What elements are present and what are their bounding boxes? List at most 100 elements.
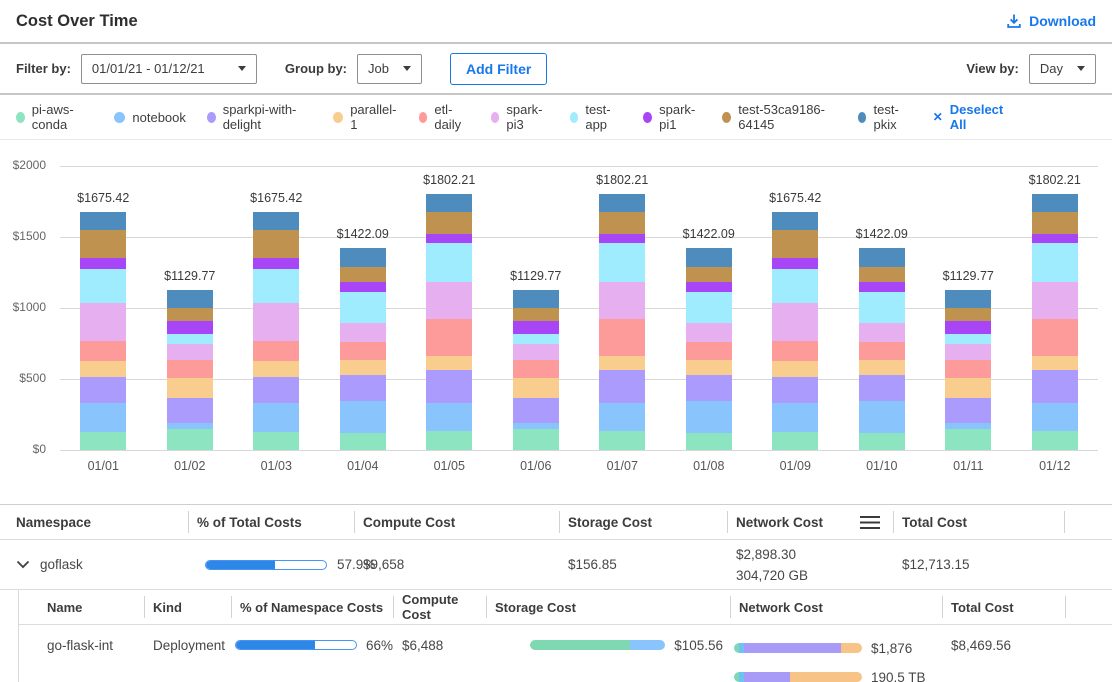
- bar-segment-spark-pi1[interactable]: [859, 282, 905, 292]
- legend-item-test-53ca9186-64145[interactable]: test-53ca9186-64145: [722, 102, 836, 132]
- bar-segment-test-app[interactable]: [859, 292, 905, 323]
- bar-segment-spark-pi3[interactable]: [1032, 282, 1078, 319]
- bar-segment-test-pkix[interactable]: [599, 194, 645, 212]
- stacked-bar[interactable]: [945, 290, 991, 450]
- stacked-bar[interactable]: [426, 194, 472, 450]
- bar-segment-test-53ca9186-64145[interactable]: [772, 230, 818, 259]
- bar-segment-spark-pi3[interactable]: [426, 282, 472, 319]
- stacked-bar[interactable]: [513, 290, 559, 450]
- bar-segment-test-app[interactable]: [513, 334, 559, 343]
- bar-segment-parallel-1[interactable]: [513, 378, 559, 398]
- legend-item-parallel-1[interactable]: parallel-1: [333, 102, 397, 132]
- bar-segment-spark-pi1[interactable]: [599, 234, 645, 243]
- bar-segment-test-pkix[interactable]: [1032, 194, 1078, 212]
- deselect-all-button[interactable]: ✕ Deselect All: [933, 102, 1006, 132]
- stacked-bar[interactable]: [859, 248, 905, 450]
- bar-segment-pi-aws-conda[interactable]: [513, 429, 559, 450]
- bar-segment-pi-aws-conda[interactable]: [686, 433, 732, 450]
- bar-segment-test-53ca9186-64145[interactable]: [599, 212, 645, 234]
- legend-item-test-app[interactable]: test-app: [570, 102, 623, 132]
- legend-item-test-pkix[interactable]: test-pkix: [858, 102, 912, 132]
- bar-segment-sparkpi-with-delight[interactable]: [253, 377, 299, 404]
- bar-segment-test-app[interactable]: [426, 243, 472, 282]
- bar-segment-pi-aws-conda[interactable]: [253, 432, 299, 450]
- bar-segment-spark-pi1[interactable]: [686, 282, 732, 292]
- bar-segment-sparkpi-with-delight[interactable]: [340, 375, 386, 401]
- bar-segment-sparkpi-with-delight[interactable]: [513, 398, 559, 423]
- bar-segment-etl-daily[interactable]: [945, 360, 991, 379]
- bar-segment-spark-pi3[interactable]: [599, 282, 645, 319]
- bar-segment-sparkpi-with-delight[interactable]: [1032, 370, 1078, 403]
- bar-segment-test-53ca9186-64145[interactable]: [253, 230, 299, 259]
- bar-segment-test-pkix[interactable]: [80, 212, 126, 230]
- bar-segment-notebook[interactable]: [686, 401, 732, 432]
- bar-segment-pi-aws-conda[interactable]: [340, 433, 386, 450]
- bar-segment-notebook[interactable]: [253, 403, 299, 432]
- bar-segment-notebook[interactable]: [859, 401, 905, 432]
- bar-segment-pi-aws-conda[interactable]: [945, 429, 991, 450]
- col-header-storage[interactable]: Storage Cost: [559, 505, 727, 539]
- col-header-compute[interactable]: Compute Cost: [354, 505, 559, 539]
- bar-segment-spark-pi3[interactable]: [686, 323, 732, 342]
- bar-segment-notebook[interactable]: [426, 403, 472, 431]
- bar-segment-spark-pi3[interactable]: [772, 303, 818, 341]
- bar-segment-spark-pi1[interactable]: [167, 321, 213, 334]
- bar-segment-test-app[interactable]: [253, 269, 299, 304]
- bar-segment-test-53ca9186-64145[interactable]: [513, 308, 559, 320]
- bar-segment-etl-daily[interactable]: [686, 342, 732, 360]
- bar-segment-spark-pi1[interactable]: [426, 234, 472, 243]
- bar-segment-sparkpi-with-delight[interactable]: [80, 377, 126, 404]
- bar-segment-pi-aws-conda[interactable]: [426, 431, 472, 449]
- stacked-bar[interactable]: [340, 248, 386, 450]
- bar-segment-notebook[interactable]: [1032, 403, 1078, 431]
- stacked-bar[interactable]: [167, 290, 213, 450]
- bar-segment-sparkpi-with-delight[interactable]: [945, 398, 991, 423]
- bar-segment-pi-aws-conda[interactable]: [772, 432, 818, 450]
- bar-segment-test-53ca9186-64145[interactable]: [859, 267, 905, 281]
- stacked-bar[interactable]: [686, 248, 732, 450]
- legend-item-etl-daily[interactable]: etl-daily: [419, 102, 470, 132]
- bar-segment-test-53ca9186-64145[interactable]: [1032, 212, 1078, 234]
- subcol-header-compute[interactable]: Compute Cost: [393, 590, 486, 624]
- bar-segment-sparkpi-with-delight[interactable]: [167, 398, 213, 423]
- bar-segment-pi-aws-conda[interactable]: [1032, 431, 1078, 449]
- bar-segment-spark-pi3[interactable]: [253, 303, 299, 341]
- legend-item-spark-pi3[interactable]: spark-pi3: [491, 102, 549, 132]
- bar-segment-etl-daily[interactable]: [167, 360, 213, 379]
- bar-segment-spark-pi3[interactable]: [167, 344, 213, 360]
- bar-segment-etl-daily[interactable]: [1032, 319, 1078, 356]
- bar-segment-notebook[interactable]: [80, 403, 126, 432]
- bar-segment-spark-pi1[interactable]: [1032, 234, 1078, 243]
- download-button[interactable]: Download: [1006, 13, 1096, 29]
- legend-item-sparkpi-with-delight[interactable]: sparkpi-with-delight: [207, 102, 313, 132]
- subcol-header-name[interactable]: Name: [19, 590, 144, 624]
- bar-segment-notebook[interactable]: [599, 403, 645, 431]
- bar-segment-parallel-1[interactable]: [167, 378, 213, 398]
- bar-segment-pi-aws-conda[interactable]: [80, 432, 126, 450]
- bar-segment-test-pkix[interactable]: [859, 248, 905, 267]
- bar-segment-etl-daily[interactable]: [859, 342, 905, 360]
- bar-segment-parallel-1[interactable]: [945, 378, 991, 398]
- legend-item-notebook[interactable]: notebook: [114, 110, 186, 125]
- subcol-header-network[interactable]: Network Cost: [730, 590, 942, 624]
- bar-segment-test-pkix[interactable]: [253, 212, 299, 230]
- bar-segment-parallel-1[interactable]: [772, 361, 818, 377]
- group-by-select[interactable]: Job: [357, 54, 422, 84]
- bar-segment-spark-pi3[interactable]: [80, 303, 126, 341]
- bar-segment-pi-aws-conda[interactable]: [167, 429, 213, 450]
- view-by-select[interactable]: Day: [1029, 54, 1096, 84]
- bar-segment-etl-daily[interactable]: [340, 342, 386, 360]
- bar-segment-parallel-1[interactable]: [859, 360, 905, 375]
- bar-segment-spark-pi1[interactable]: [80, 258, 126, 268]
- bar-segment-spark-pi3[interactable]: [513, 344, 559, 360]
- bar-segment-etl-daily[interactable]: [426, 319, 472, 356]
- col-header-network[interactable]: Network Cost: [727, 505, 893, 539]
- legend-item-pi-aws-conda[interactable]: pi-aws-conda: [16, 102, 93, 132]
- stacked-bar[interactable]: [80, 212, 126, 450]
- bar-segment-notebook[interactable]: [772, 403, 818, 432]
- bar-segment-test-53ca9186-64145[interactable]: [167, 308, 213, 320]
- bar-segment-test-pkix[interactable]: [340, 248, 386, 267]
- bar-segment-test-app[interactable]: [80, 269, 126, 304]
- col-header-total[interactable]: Total Cost: [893, 505, 1064, 539]
- bar-segment-sparkpi-with-delight[interactable]: [599, 370, 645, 403]
